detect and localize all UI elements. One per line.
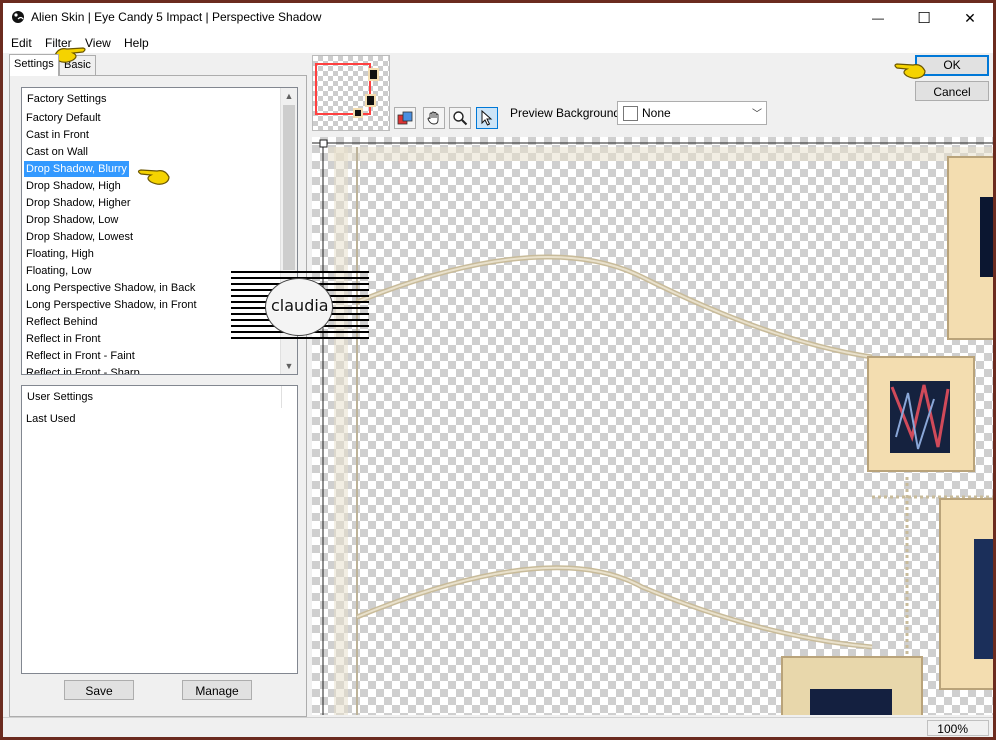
save-button[interactable]: Save xyxy=(64,680,134,700)
chevron-down-icon: ﹀ xyxy=(752,109,762,120)
thumb-frame-mark xyxy=(368,68,379,81)
scrollbar-thumb[interactable] xyxy=(283,105,295,270)
cancel-button[interactable]: Cancel xyxy=(915,81,989,101)
list-item[interactable]: Drop Shadow, Higher xyxy=(24,195,133,211)
maximize-icon: ☐ xyxy=(917,10,931,27)
status-bar: 100% xyxy=(3,717,993,737)
preview-compare-tool[interactable] xyxy=(394,107,416,129)
list-item[interactable]: Reflect Behind xyxy=(24,314,100,330)
scroll-down-icon[interactable]: ▼ xyxy=(281,358,297,374)
list-item[interactable]: Floating, Low xyxy=(24,263,93,279)
zoom-tool[interactable] xyxy=(449,107,471,129)
menu-help[interactable]: Help xyxy=(124,36,149,50)
pointing-hand-icon xyxy=(137,169,170,185)
title-bar: Alien Skin | Eye Candy 5 Impact | Perspe… xyxy=(3,3,993,33)
factory-settings-heading: Factory Settings xyxy=(27,93,107,105)
user-settings-heading: User Settings xyxy=(27,391,94,403)
scroll-up-icon[interactable]: ▲ xyxy=(281,88,297,104)
app-window: Alien Skin | Eye Candy 5 Impact | Perspe… xyxy=(0,0,996,740)
list-item[interactable]: Factory Default xyxy=(24,110,103,126)
list-item[interactable]: Drop Shadow, Blurry xyxy=(24,161,129,177)
list-item[interactable]: Cast in Front xyxy=(24,127,91,143)
preview-background-select[interactable]: None ﹀ xyxy=(617,101,767,125)
close-button[interactable]: ✕ xyxy=(947,3,993,33)
user-settings-list[interactable]: User Settings Last Used xyxy=(21,385,298,674)
list-item[interactable]: Drop Shadow, Low xyxy=(24,212,120,228)
list-item[interactable]: Cast on Wall xyxy=(24,144,90,160)
menu-bar: Edit Filter View Help xyxy=(3,33,993,53)
list-item[interactable]: Long Perspective Shadow, in Back xyxy=(24,280,197,296)
hand-icon xyxy=(427,111,439,125)
list-item[interactable]: Floating, High xyxy=(24,246,96,262)
minimize-button[interactable]: — xyxy=(855,3,901,33)
user-list-divider xyxy=(281,386,282,408)
preview-canvas[interactable] xyxy=(312,137,993,715)
menu-edit[interactable]: Edit xyxy=(11,36,32,50)
magnifier-icon xyxy=(453,111,468,126)
alien-skin-icon xyxy=(12,11,24,23)
background-swatch xyxy=(623,106,638,121)
thumb-frame-mark xyxy=(353,108,363,118)
pointing-hand-icon xyxy=(894,63,926,79)
minimize-icon: — xyxy=(872,11,884,25)
manage-button[interactable]: Manage xyxy=(182,680,252,700)
list-item[interactable]: Reflect in Front - Faint xyxy=(24,348,137,364)
preview-background-value: None xyxy=(642,106,671,120)
close-icon: ✕ xyxy=(964,9,976,26)
arrow-cursor-icon xyxy=(481,110,493,126)
list-item[interactable]: Reflect in Front - Sharp xyxy=(24,365,142,374)
tab-settings[interactable]: Settings xyxy=(9,54,59,76)
window-title: Alien Skin | Eye Candy 5 Impact | Perspe… xyxy=(31,10,322,24)
preview-background-label: Preview Background: xyxy=(510,106,624,120)
maximize-button[interactable]: ☐ xyxy=(901,3,947,33)
compare-icon xyxy=(397,111,413,125)
navigator-thumbnail[interactable] xyxy=(312,55,390,131)
selection-tool[interactable] xyxy=(476,107,498,129)
zoom-level: 100% xyxy=(927,720,989,736)
list-item[interactable]: Long Perspective Shadow, in Front xyxy=(24,297,199,313)
list-item[interactable]: Drop Shadow, High xyxy=(24,178,123,194)
list-item[interactable]: Drop Shadow, Lowest xyxy=(24,229,135,245)
list-item[interactable]: Last Used xyxy=(24,411,78,427)
preview-artwork xyxy=(312,139,993,715)
hand-tool[interactable] xyxy=(423,107,445,129)
list-item[interactable]: Reflect in Front xyxy=(24,331,103,347)
thumb-frame-mark xyxy=(365,94,376,107)
watermark-text: claudia xyxy=(271,296,329,315)
